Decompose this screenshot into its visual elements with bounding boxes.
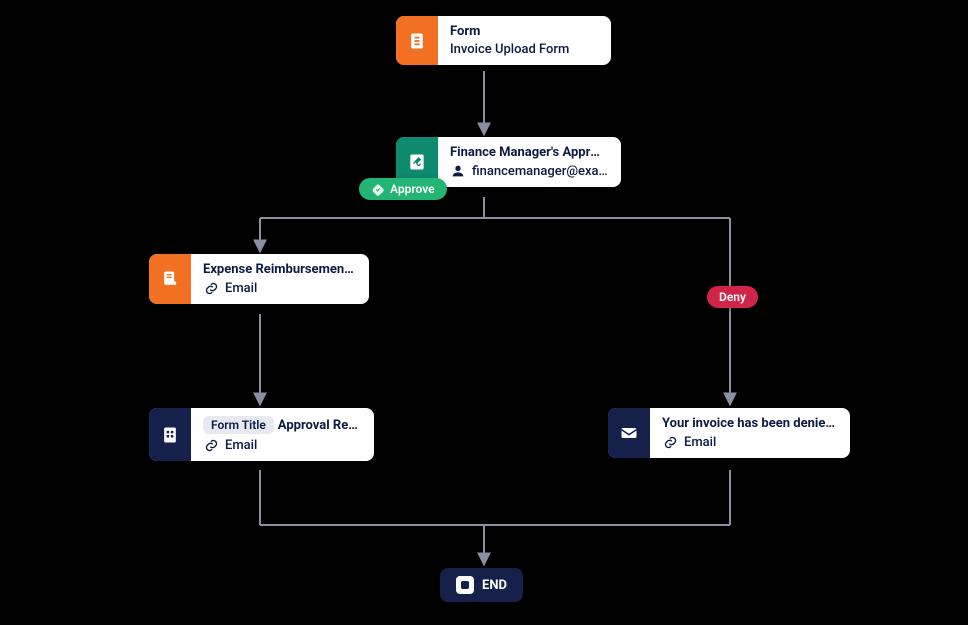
workflow-connectors [0, 0, 968, 625]
end-label: END [482, 578, 507, 593]
node-expense-channel: Email [203, 280, 355, 296]
envelope-icon [608, 408, 650, 458]
form-icon [396, 16, 438, 65]
badge-deny[interactable]: Deny [707, 286, 758, 308]
link-icon [662, 434, 678, 450]
report-icon [149, 408, 191, 461]
node-form-subtitle: Invoice Upload Form [450, 42, 597, 57]
node-form-title: Form [450, 24, 597, 39]
tag-check-icon [371, 182, 385, 196]
send-form-icon [149, 254, 191, 304]
node-approval-assignee: financemanager@exa… [450, 163, 607, 179]
badge-approve[interactable]: Approve [359, 178, 447, 200]
node-report-channel: Email [203, 437, 360, 453]
node-report-title: Form TitleApproval Report [203, 416, 360, 434]
node-denied-channel: Email [662, 434, 836, 450]
form-title-chip: Form Title [203, 416, 274, 434]
node-expense[interactable]: Expense Reimbursement Form Email [149, 254, 369, 304]
node-end[interactable]: END [440, 568, 523, 602]
stop-icon [456, 576, 474, 594]
link-icon [203, 437, 219, 453]
node-approval-title: Finance Manager's Approval [450, 145, 607, 160]
user-icon [450, 163, 466, 179]
node-report[interactable]: Form TitleApproval Report Email [149, 408, 374, 461]
node-expense-title: Expense Reimbursement Form [203, 262, 355, 277]
node-denied-title: Your invoice has been denied. [662, 416, 836, 431]
link-icon [203, 280, 219, 296]
node-form[interactable]: Form Invoice Upload Form [396, 16, 611, 65]
node-denied[interactable]: Your invoice has been denied. Email [608, 408, 850, 458]
